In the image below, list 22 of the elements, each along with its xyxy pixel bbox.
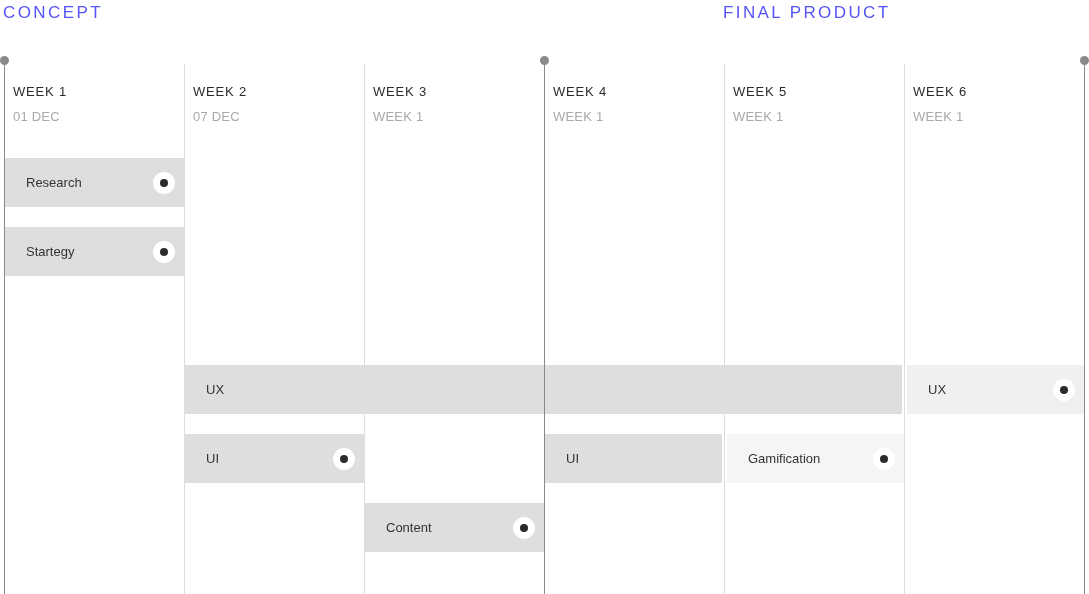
task-label: UX	[928, 381, 947, 398]
week-date: WEEK 1	[553, 108, 604, 126]
week-date: 01 DEC	[13, 108, 60, 126]
phase-label: FINAL PRODUCT	[723, 2, 891, 24]
week-label: WEEK 4	[553, 83, 607, 101]
week-date: WEEK 1	[913, 108, 964, 126]
week-label: WEEK 1	[13, 83, 67, 101]
week-date: 07 DEC	[193, 108, 240, 126]
task-label: UI	[566, 450, 579, 467]
week-date: WEEK 1	[733, 108, 784, 126]
task-label: Research	[26, 174, 82, 191]
week-label: WEEK 3	[373, 83, 427, 101]
task-label: UI	[206, 450, 219, 467]
task-label: Gamification	[748, 450, 821, 467]
week-label: WEEK 2	[193, 83, 247, 101]
week-date: WEEK 1	[373, 108, 424, 126]
task-label: UX	[206, 381, 225, 398]
phase-label: CONCEPT	[3, 2, 103, 24]
week-label: WEEK 5	[733, 83, 787, 101]
week-label: WEEK 6	[913, 83, 967, 101]
task-label: Startegy	[26, 243, 75, 260]
task-label: Content	[386, 519, 432, 536]
